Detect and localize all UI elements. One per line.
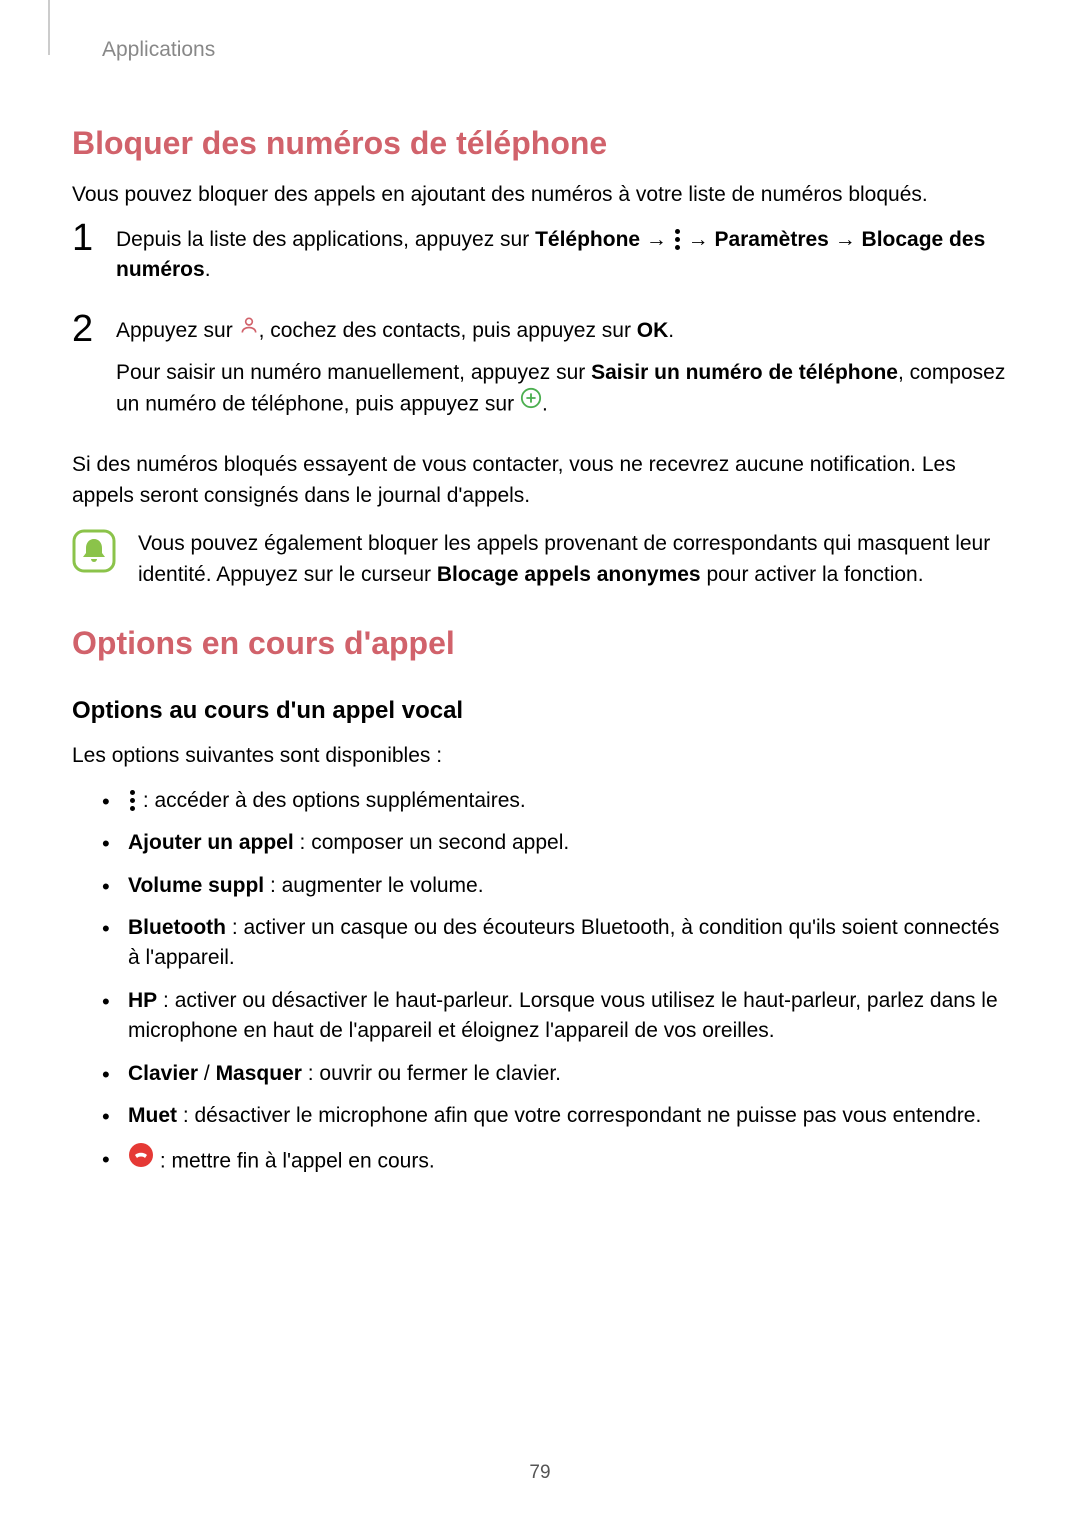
option-kb-rest: : ouvrir ou fermer le clavier.: [302, 1062, 561, 1085]
add-icon: [520, 387, 542, 418]
note-post: pour activer la fonction.: [701, 563, 924, 586]
option-add-rest: : composer un second appel.: [294, 831, 570, 854]
step1-arrow3: →: [829, 228, 862, 251]
block-numbers-after: Si des numéros bloqués essayent de vous …: [72, 450, 1008, 511]
option-hp-bold: HP: [128, 989, 157, 1012]
option-more: : accéder à des options supplémentaires.: [102, 786, 1008, 816]
step2-l2-end: .: [542, 392, 548, 415]
option-bluetooth: Bluetooth : activer un casque ou des éco…: [102, 913, 1008, 974]
contact-icon: [239, 314, 259, 344]
more-options-icon: [130, 790, 135, 811]
option-speaker: HP : activer ou désactiver le haut-parle…: [102, 986, 1008, 1047]
note-bell-icon: [72, 529, 116, 573]
step-2: 2 Appuyez sur , cochez des contacts, pui…: [72, 316, 1008, 433]
option-add-call: Ajouter un appel : composer un second ap…: [102, 828, 1008, 858]
call-options-intro: Les options suivantes sont disponibles :: [72, 741, 1008, 771]
step2-pre: Appuyez sur: [116, 319, 239, 342]
step1-telephone: Téléphone: [535, 228, 640, 251]
option-end-text: : mettre fin à l'appel en cours.: [154, 1149, 435, 1172]
step-1: 1 Depuis la liste des applications, appu…: [72, 225, 1008, 298]
option-volume: Volume suppl : augmenter le volume.: [102, 871, 1008, 901]
block-numbers-steps: 1 Depuis la liste des applications, appu…: [72, 225, 1008, 432]
step-2-line1: Appuyez sur , cochez des contacts, puis …: [116, 316, 1008, 347]
option-mute-bold: Muet: [128, 1104, 177, 1127]
step1-arrow1: →: [640, 228, 673, 251]
step-number-1: 1: [72, 219, 116, 257]
header-rule: [48, 0, 50, 55]
heading-call-options: Options en cours d'appel: [72, 620, 1008, 666]
note-text: Vous pouvez également bloquer les appels…: [138, 529, 1008, 590]
option-keyboard: Clavier / Masquer : ouvrir ou fermer le …: [102, 1059, 1008, 1089]
step1-end: .: [205, 258, 211, 281]
step-1-text: Depuis la liste des applications, appuye…: [116, 225, 1008, 286]
option-kb-b2: Masquer: [216, 1062, 302, 1085]
more-options-icon: [675, 229, 680, 250]
step2-saisir: Saisir un numéro de téléphone: [591, 361, 898, 384]
step1-pre: Depuis la liste des applications, appuye…: [116, 228, 535, 251]
step2-end1: .: [668, 319, 674, 342]
step2-mid: , cochez des contacts, puis appuyez sur: [259, 319, 637, 342]
note-bold: Blocage appels anonymes: [437, 563, 701, 586]
heading-block-numbers: Bloquer des numéros de téléphone: [72, 120, 1008, 166]
step2-l2-pre: Pour saisir un numéro manuellement, appu…: [116, 361, 591, 384]
page-content: Bloquer des numéros de téléphone Vous po…: [72, 100, 1008, 1191]
option-add-bold: Ajouter un appel: [128, 831, 294, 854]
step-2-line2: Pour saisir un numéro manuellement, appu…: [116, 358, 1008, 420]
option-hp-rest: : activer ou désactiver le haut-parleur.…: [128, 989, 998, 1042]
option-bt-rest: : activer un casque ou des écouteurs Blu…: [128, 916, 999, 969]
subheading-voice-call: Options au cours d'un appel vocal: [72, 694, 1008, 729]
step1-parametres: Paramètres: [714, 228, 828, 251]
option-kb-b1: Clavier: [128, 1062, 198, 1085]
end-call-icon: [128, 1142, 154, 1177]
page-number: 79: [0, 1459, 1080, 1487]
option-kb-sep: /: [198, 1062, 216, 1085]
option-vol-rest: : augmenter le volume.: [264, 874, 483, 897]
option-end-call: : mettre fin à l'appel en cours.: [102, 1144, 1008, 1179]
step-number-2: 2: [72, 310, 116, 348]
note-row: Vous pouvez également bloquer les appels…: [72, 529, 1008, 590]
block-numbers-intro: Vous pouvez bloquer des appels en ajouta…: [72, 180, 1008, 210]
step1-arrow2: →: [682, 228, 715, 251]
step2-ok: OK: [637, 319, 669, 342]
option-bt-bold: Bluetooth: [128, 916, 226, 939]
option-mute: Muet : désactiver le microphone afin que…: [102, 1101, 1008, 1131]
breadcrumb: Applications: [102, 35, 215, 65]
option-more-text: : accéder à des options supplémentaires.: [137, 789, 526, 812]
option-vol-bold: Volume suppl: [128, 874, 264, 897]
call-options-list: : accéder à des options supplémentaires.…: [102, 786, 1008, 1179]
option-mute-rest: : désactiver le microphone afin que votr…: [177, 1104, 981, 1127]
